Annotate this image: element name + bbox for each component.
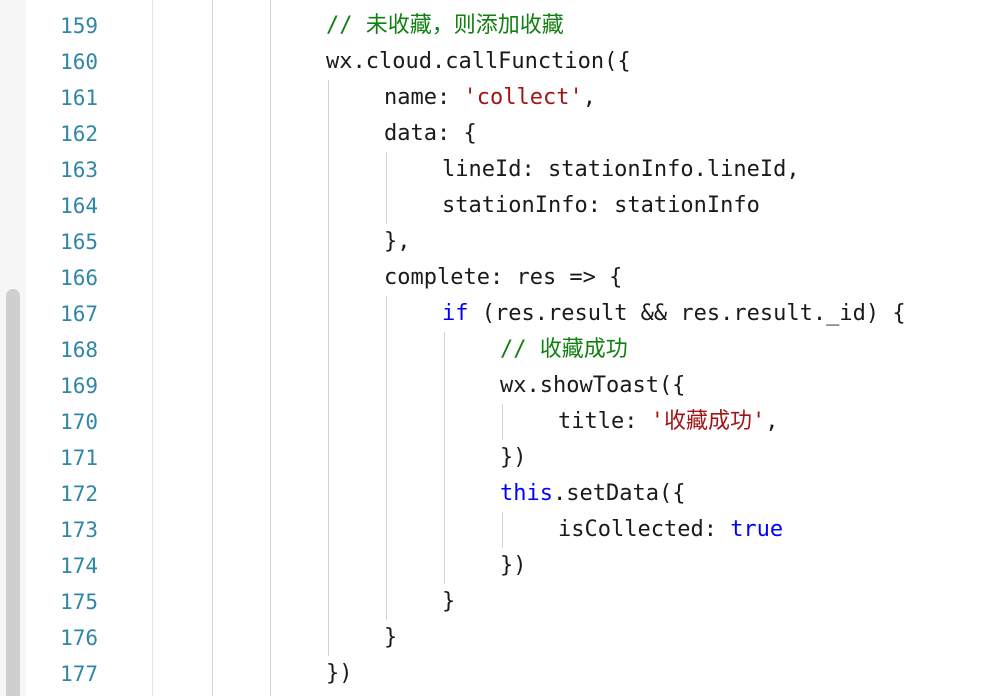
line-number: 166: [60, 266, 98, 290]
code-line[interactable]: 162 data: {: [0, 116, 1002, 152]
line-number: 169: [60, 374, 98, 398]
code-text[interactable]: // 未收藏，则添加收藏: [326, 8, 564, 44]
code-text[interactable]: isCollected: true: [558, 512, 783, 548]
code-text[interactable]: }): [500, 440, 527, 476]
code-token-plain: },: [384, 229, 411, 254]
code-token-plain: isCollected:: [558, 517, 731, 542]
code-line[interactable]: 169 wx.showToast({: [0, 368, 1002, 404]
code-token-plain: }): [326, 661, 353, 686]
code-token-plain: (res.result && res.result._id) {: [468, 301, 906, 326]
code-token-keyword: if: [442, 301, 469, 326]
code-text[interactable]: }: [384, 620, 397, 656]
code-token-plain: title:: [558, 409, 651, 434]
code-token-comment: // 未收藏，则添加收藏: [326, 13, 564, 38]
code-token-plain: wx.showToast({: [500, 373, 686, 398]
line-number: 165: [60, 230, 98, 254]
code-text[interactable]: wx.cloud.callFunction({: [326, 44, 631, 80]
code-token-plain: name:: [384, 85, 464, 110]
line-number: 175: [60, 590, 98, 614]
code-token-plain: ,: [765, 409, 779, 434]
code-token-string: '收藏成功': [650, 409, 766, 434]
code-text[interactable]: }: [442, 584, 455, 620]
line-number: 167: [60, 302, 98, 326]
code-editor[interactable]: 159 // 未收藏，则添加收藏 160 wx.cloud.callFunction(…: [0, 0, 1002, 696]
code-line[interactable]: 164 stationInfo: stationInfo: [0, 188, 1002, 224]
code-text[interactable]: this.setData({: [500, 476, 685, 512]
code-text[interactable]: },: [384, 224, 411, 260]
code-token-plain: }: [384, 625, 398, 650]
code-line[interactable]: 160 wx.cloud.callFunction({: [0, 44, 1002, 80]
line-number: 162: [60, 122, 98, 146]
code-token-plain: }): [500, 445, 527, 470]
code-token-plain: }: [442, 589, 456, 614]
code-line[interactable]: 175}: [0, 584, 1002, 620]
code-text[interactable]: title: '收藏成功',: [558, 404, 778, 440]
code-text[interactable]: if (res.result && res.result._id) {: [442, 296, 906, 332]
code-line[interactable]: 167 if (res.result && res.result._id) {: [0, 296, 1002, 332]
code-token-comment: // 收藏成功: [500, 337, 628, 362]
code-line[interactable]: 172 this.setData({: [0, 476, 1002, 512]
code-token-keyword: this: [500, 481, 553, 506]
line-number: 168: [60, 338, 98, 362]
code-line[interactable]: 163 lineId: stationInfo.lineId,: [0, 152, 1002, 188]
code-line[interactable]: 170 title: '收藏成功',: [0, 404, 1002, 440]
code-text[interactable]: stationInfo: stationInfo: [442, 188, 760, 224]
code-line[interactable]: 161 name: 'collect',: [0, 80, 1002, 116]
line-number: 163: [60, 158, 98, 182]
line-number: 177: [60, 662, 98, 686]
code-text[interactable]: }): [326, 656, 353, 692]
code-token-plain: wx.cloud.callFunction({: [326, 49, 631, 74]
code-text[interactable]: data: {: [384, 116, 477, 152]
code-text[interactable]: // 收藏成功: [500, 332, 628, 368]
line-number: 160: [60, 50, 98, 74]
code-token-plain: .setData({: [552, 481, 686, 506]
code-line[interactable]: 171}): [0, 440, 1002, 476]
code-token-plain: ,: [582, 85, 596, 110]
line-number: 176: [60, 626, 98, 650]
code-line[interactable]: 177}): [0, 656, 1002, 692]
line-number: 170: [60, 410, 98, 434]
code-line[interactable]: 174}): [0, 548, 1002, 584]
code-text[interactable]: wx.showToast({: [500, 368, 685, 404]
code-token-plain: stationInfo: stationInfo: [442, 193, 760, 218]
line-number: 171: [60, 446, 98, 470]
line-number: 164: [60, 194, 98, 218]
line-number: 173: [60, 518, 98, 542]
code-line[interactable]: 176}: [0, 620, 1002, 656]
code-text[interactable]: lineId: stationInfo.lineId,: [442, 152, 800, 188]
code-token-string: 'collect': [463, 85, 583, 110]
line-number: 161: [60, 86, 98, 110]
code-token-plain: }): [500, 553, 527, 578]
code-text[interactable]: name: 'collect',: [384, 80, 596, 116]
code-line[interactable]: 159 // 未收藏，则添加收藏: [0, 8, 1002, 44]
line-number: 174: [60, 554, 98, 578]
code-text[interactable]: }): [500, 548, 527, 584]
code-token-plain: complete: res => {: [384, 265, 623, 290]
code-token-keyword: true: [730, 517, 784, 542]
code-line[interactable]: 173 isCollected: true: [0, 512, 1002, 548]
code-line[interactable]: 166 complete: res => {: [0, 260, 1002, 296]
code-line[interactable]: 168 // 收藏成功: [0, 332, 1002, 368]
line-number: 172: [60, 482, 98, 506]
code-token-plain: lineId: stationInfo.lineId,: [442, 157, 800, 182]
line-number: 159: [60, 14, 98, 38]
code-text[interactable]: complete: res => {: [384, 260, 622, 296]
code-token-plain: data: {: [384, 121, 477, 146]
code-lines[interactable]: 159 // 未收藏，则添加收藏 160 wx.cloud.callFunction(…: [0, 8, 1002, 692]
code-line[interactable]: 165},: [0, 224, 1002, 260]
